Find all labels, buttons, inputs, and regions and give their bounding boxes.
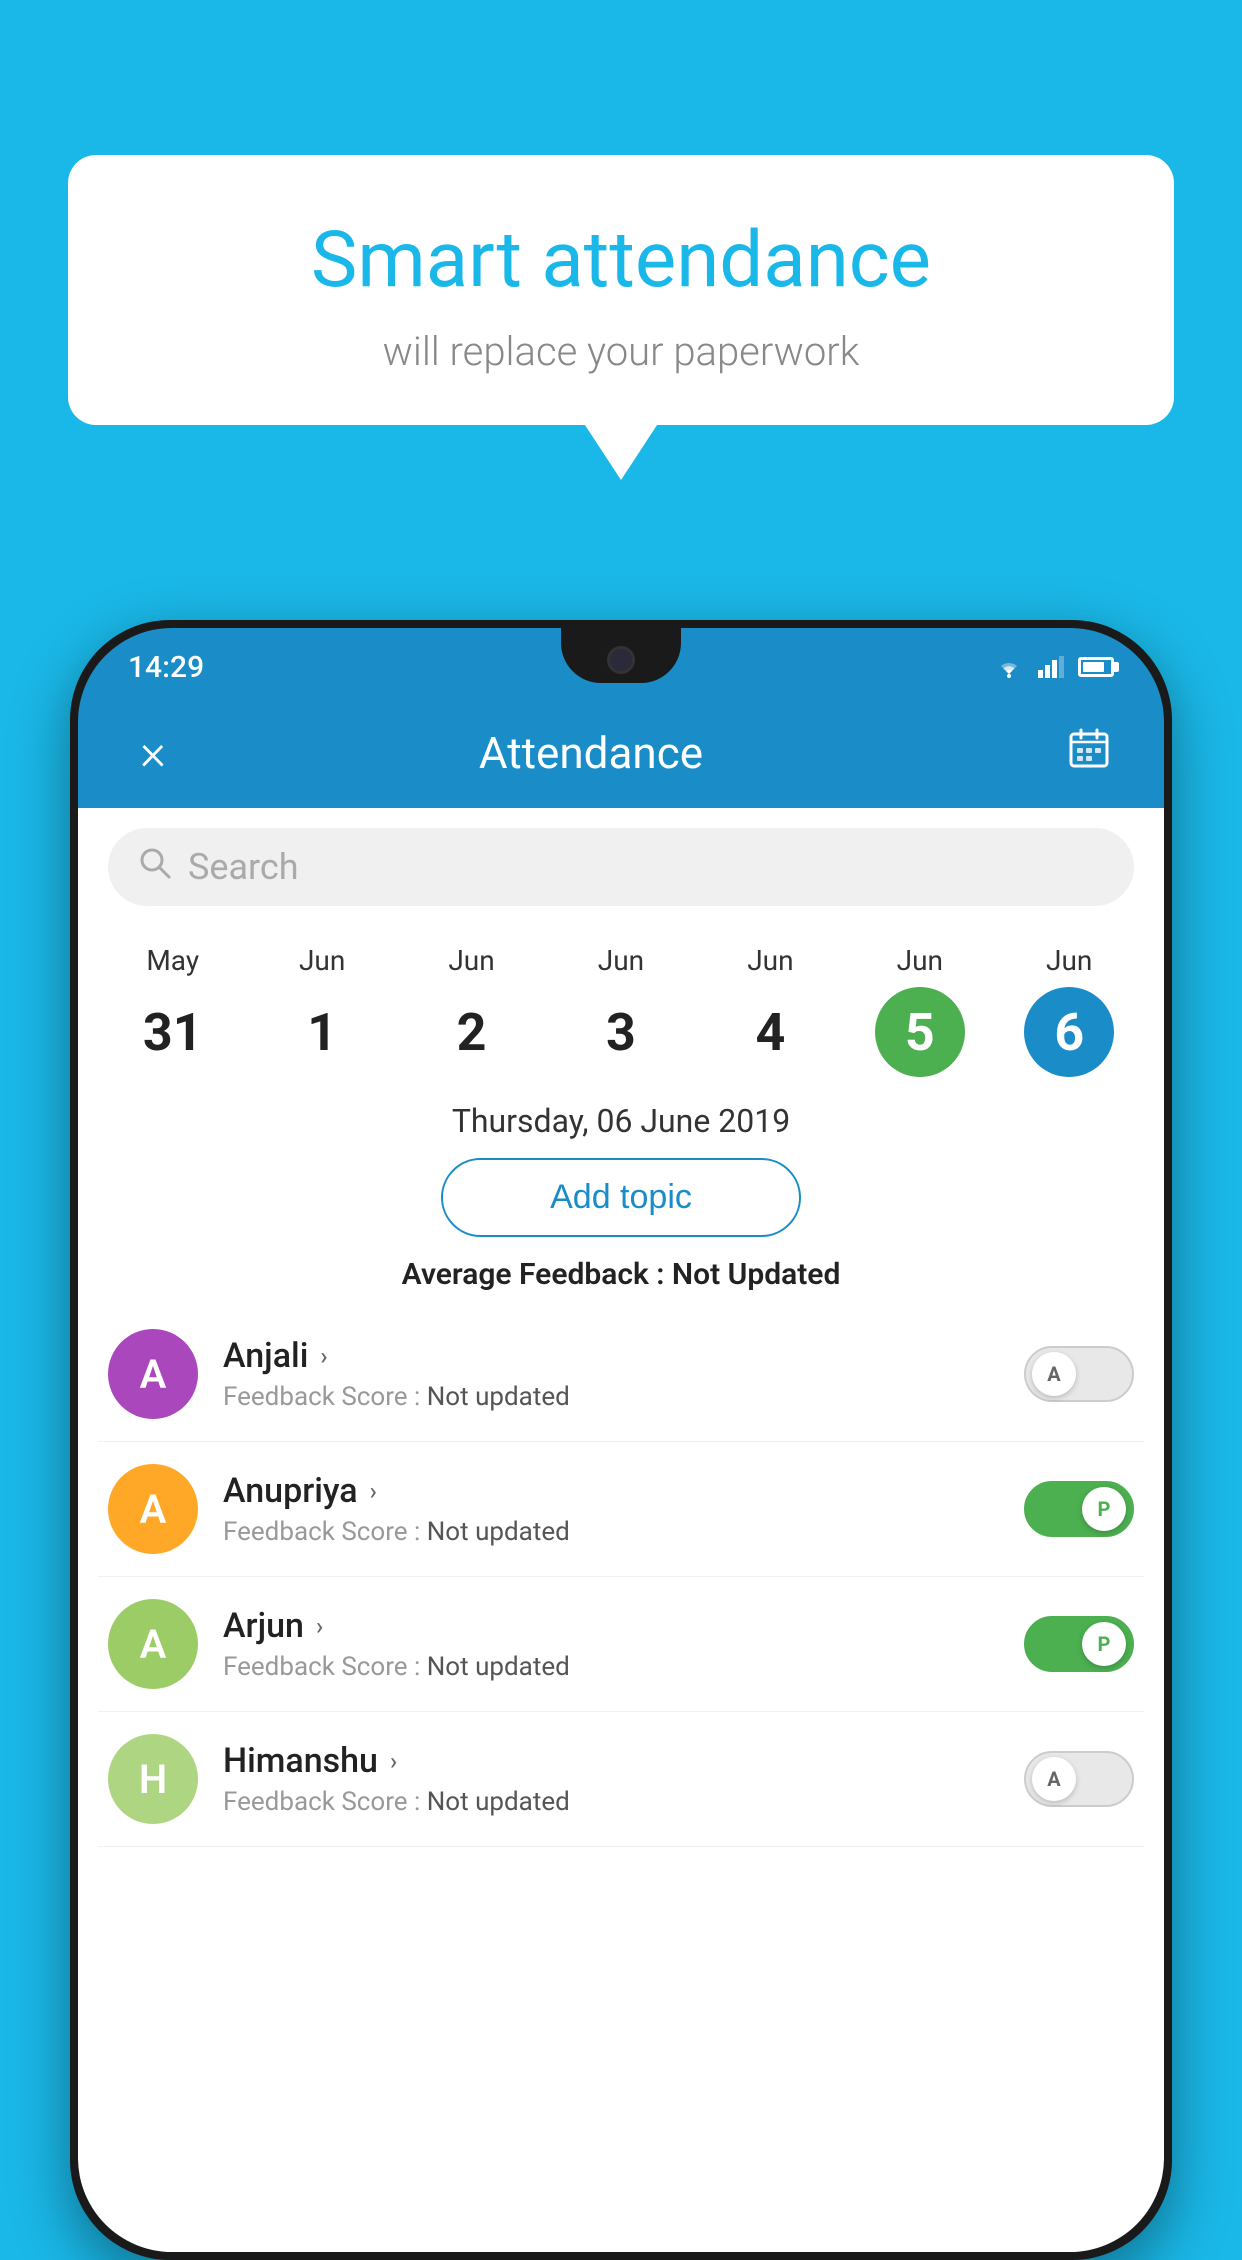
student-feedback-score: Feedback Score : Not updated bbox=[223, 1787, 999, 1817]
app-tagline-subtitle: will replace your paperwork bbox=[108, 328, 1134, 375]
search-icon bbox=[138, 846, 172, 888]
student-feedback-score: Feedback Score : Not updated bbox=[223, 1517, 999, 1547]
student-info: Arjun › Feedback Score : Not updated bbox=[223, 1606, 999, 1682]
wifi-icon bbox=[994, 656, 1024, 678]
student-item[interactable]: H Himanshu › Feedback Score : Not updated A bbox=[98, 1712, 1144, 1847]
attendance-toggle-container[interactable]: P bbox=[1024, 1481, 1134, 1537]
student-info: Anupriya › Feedback Score : Not updated bbox=[223, 1471, 999, 1547]
battery-icon bbox=[1078, 657, 1114, 677]
search-input-placeholder[interactable]: Search bbox=[188, 846, 299, 888]
day-number[interactable]: 2 bbox=[427, 987, 517, 1077]
student-avatar: A bbox=[108, 1599, 198, 1689]
attendance-toggle[interactable]: P bbox=[1024, 1481, 1134, 1537]
day-month-label: May bbox=[146, 944, 199, 977]
day-month-label: Jun bbox=[897, 944, 943, 977]
day-number[interactable]: 31 bbox=[128, 987, 218, 1077]
attendance-toggle[interactable]: A bbox=[1024, 1751, 1134, 1807]
status-icons bbox=[994, 656, 1114, 678]
status-time: 14:29 bbox=[128, 650, 204, 685]
phone-inner: 14:29 bbox=[78, 628, 1164, 2252]
day-number[interactable]: 3 bbox=[576, 987, 666, 1077]
student-list: AAnjali ›Feedback Score : Not updatedAAA… bbox=[78, 1307, 1164, 1847]
day-month-label: Jun bbox=[299, 944, 345, 977]
student-item[interactable]: A Anupriya › Feedback Score : Not updated P bbox=[98, 1442, 1144, 1577]
student-item[interactable]: A Anjali › Feedback Score : Not updated A bbox=[98, 1307, 1144, 1442]
day-number[interactable]: 6 bbox=[1024, 987, 1114, 1077]
day-column[interactable]: Jun 4 bbox=[725, 944, 815, 1077]
toggle-knob: P bbox=[1082, 1487, 1126, 1531]
attendance-toggle[interactable]: P bbox=[1024, 1616, 1134, 1672]
student-info: Anjali › Feedback Score : Not updated bbox=[223, 1336, 999, 1412]
day-column[interactable]: Jun 3 bbox=[576, 944, 666, 1077]
day-number[interactable]: 5 bbox=[875, 987, 965, 1077]
day-month-label: Jun bbox=[747, 944, 793, 977]
day-month-label: Jun bbox=[598, 944, 644, 977]
day-month-label: Jun bbox=[1046, 944, 1092, 977]
student-chevron: › bbox=[370, 1477, 377, 1505]
day-number[interactable]: 4 bbox=[725, 987, 815, 1077]
attendance-toggle-container[interactable]: A bbox=[1024, 1346, 1134, 1402]
app-tagline-title: Smart attendance bbox=[108, 215, 1134, 306]
phone-notch bbox=[561, 628, 681, 683]
speech-bubble: Smart attendance will replace your paper… bbox=[68, 155, 1174, 425]
student-chevron: › bbox=[316, 1612, 323, 1640]
student-chevron: › bbox=[390, 1747, 397, 1775]
student-chevron: › bbox=[320, 1342, 327, 1370]
student-name: Arjun › bbox=[223, 1606, 999, 1646]
day-column[interactable]: Jun 2 bbox=[427, 944, 517, 1077]
calendar-icon[interactable] bbox=[1059, 726, 1119, 781]
selected-date-display: Thursday, 06 June 2019 bbox=[78, 1077, 1164, 1158]
toggle-knob: A bbox=[1032, 1352, 1076, 1396]
search-bar[interactable]: Search bbox=[108, 828, 1134, 906]
student-feedback-score: Feedback Score : Not updated bbox=[223, 1652, 999, 1682]
signal-icon bbox=[1038, 656, 1064, 678]
student-info: Himanshu › Feedback Score : Not updated bbox=[223, 1741, 999, 1817]
student-avatar: A bbox=[108, 1329, 198, 1419]
app-header: × Attendance bbox=[78, 698, 1164, 808]
attendance-toggle[interactable]: A bbox=[1024, 1346, 1134, 1402]
day-month-label: Jun bbox=[448, 944, 494, 977]
front-camera bbox=[607, 646, 635, 674]
student-avatar: A bbox=[108, 1464, 198, 1554]
avg-feedback: Average Feedback : Not Updated bbox=[78, 1237, 1164, 1307]
day-number[interactable]: 1 bbox=[277, 987, 367, 1077]
student-avatar: H bbox=[108, 1734, 198, 1824]
add-topic-button[interactable]: Add topic bbox=[441, 1158, 801, 1237]
student-name: Anjali › bbox=[223, 1336, 999, 1376]
phone-frame: 14:29 bbox=[70, 620, 1172, 2260]
attendance-toggle-container[interactable]: A bbox=[1024, 1751, 1134, 1807]
phone-content: Search May 31 Jun 1 Jun 2 Jun 3 Jun 4 Jun 5 Jun 6 Thu… bbox=[78, 808, 1164, 2252]
day-column[interactable]: Jun 5 bbox=[875, 944, 965, 1077]
header-title: Attendance bbox=[123, 727, 1059, 779]
day-column[interactable]: Jun 6 bbox=[1024, 944, 1114, 1077]
calendar-strip: May 31 Jun 1 Jun 2 Jun 3 Jun 4 Jun 5 Jun 6 bbox=[78, 926, 1164, 1077]
toggle-knob: A bbox=[1032, 1757, 1076, 1801]
avg-feedback-label: Average Feedback : bbox=[402, 1257, 665, 1292]
student-name: Himanshu › bbox=[223, 1741, 999, 1781]
speech-bubble-container: Smart attendance will replace your paper… bbox=[68, 155, 1174, 425]
student-item[interactable]: A Arjun › Feedback Score : Not updated P bbox=[98, 1577, 1144, 1712]
avg-feedback-value: Not Updated bbox=[672, 1257, 840, 1292]
day-column[interactable]: Jun 1 bbox=[277, 944, 367, 1077]
toggle-knob: P bbox=[1082, 1622, 1126, 1666]
day-column[interactable]: May 31 bbox=[128, 944, 218, 1077]
student-name: Anupriya › bbox=[223, 1471, 999, 1511]
attendance-toggle-container[interactable]: P bbox=[1024, 1616, 1134, 1672]
student-feedback-score: Feedback Score : Not updated bbox=[223, 1382, 999, 1412]
